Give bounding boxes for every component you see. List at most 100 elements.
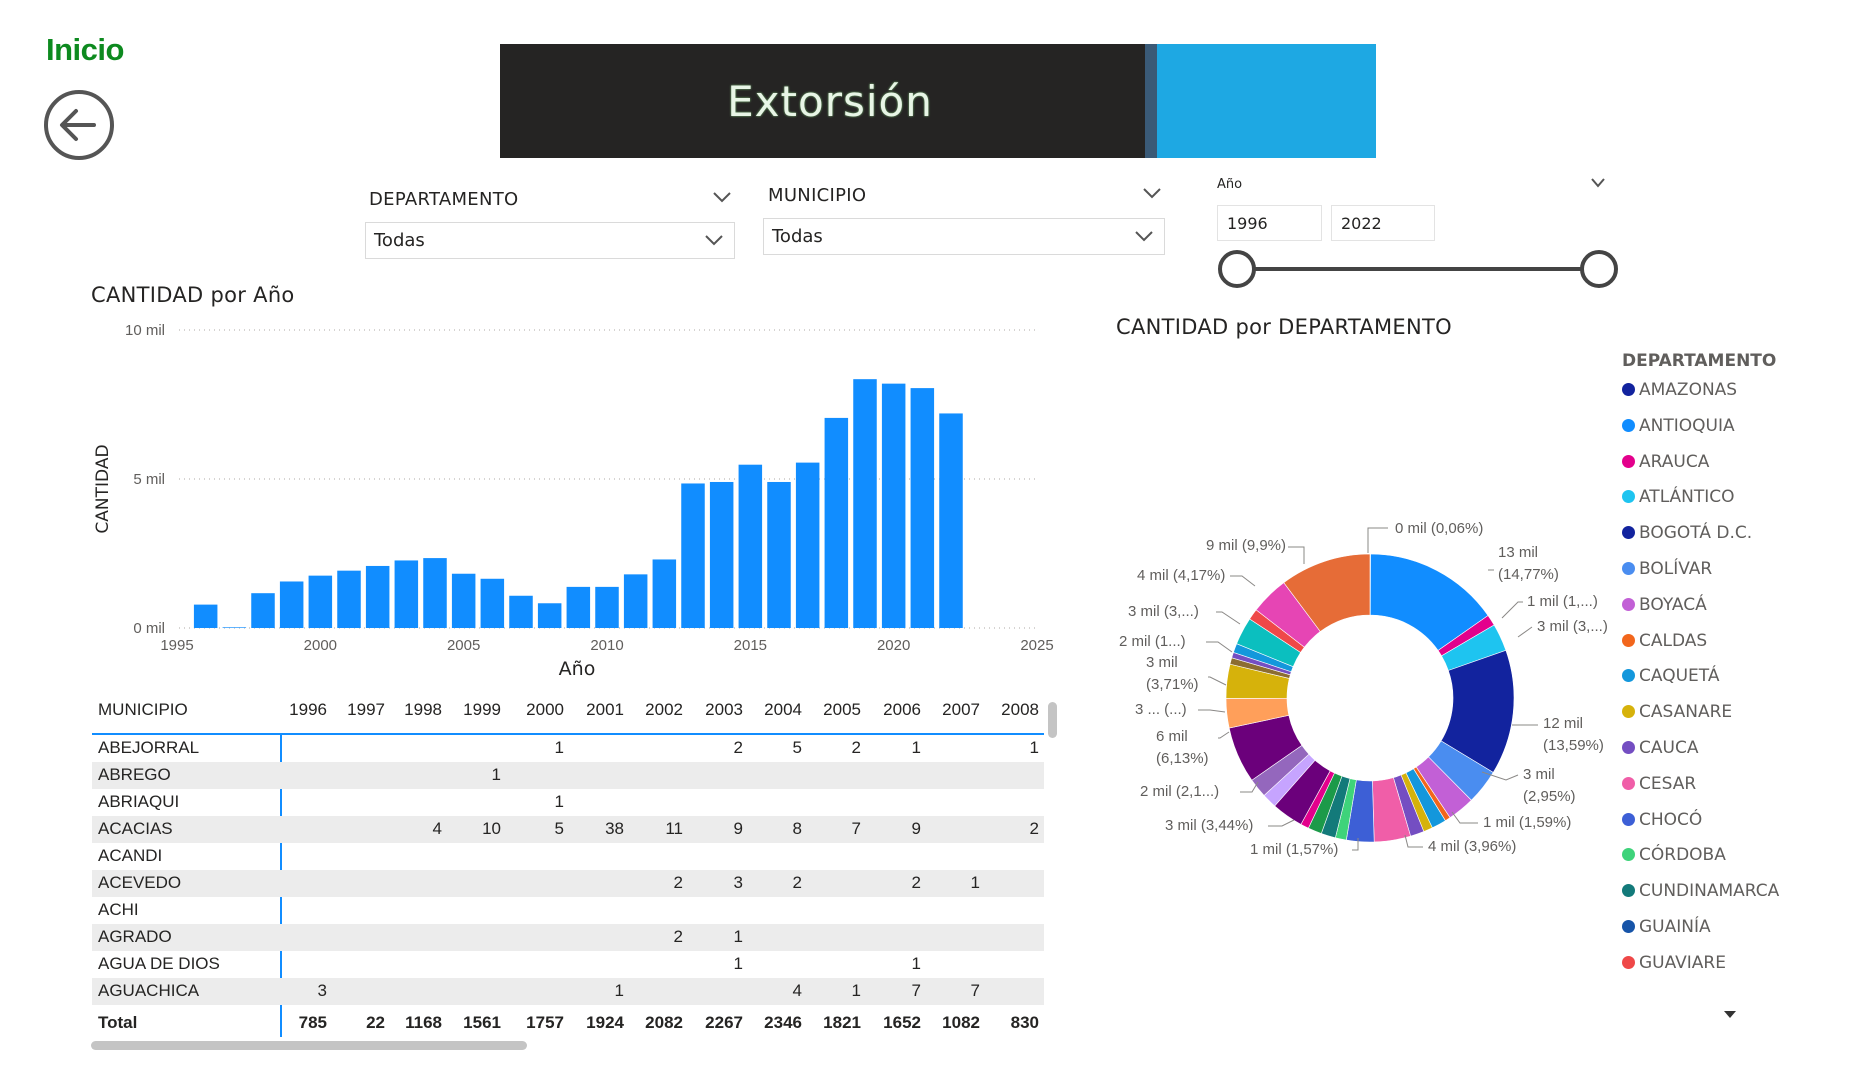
legend-dot-icon — [1622, 383, 1635, 396]
x-tick-label: 2015 — [734, 637, 767, 654]
legend-item[interactable]: AMAZONAS — [1622, 380, 1737, 400]
bar-2013[interactable] — [681, 483, 705, 628]
bar-1999[interactable] — [279, 581, 304, 628]
legend-item[interactable]: BOYACÁ — [1622, 595, 1707, 615]
x-tick-label: 2020 — [877, 637, 910, 654]
chevron-down-icon[interactable] — [1142, 186, 1162, 200]
matrix-horizontal-scrollbar[interactable] — [91, 1041, 527, 1050]
bar-2022[interactable] — [939, 413, 963, 628]
year-from-input[interactable]: 1996 — [1217, 205, 1322, 241]
bar-2021[interactable] — [910, 388, 935, 628]
legend-item[interactable]: CUNDINAMARCA — [1622, 881, 1779, 901]
bar-2011[interactable] — [623, 574, 648, 628]
bar-2020[interactable] — [881, 383, 906, 628]
legend-scroll-down-icon[interactable] — [1723, 1010, 1737, 1020]
bar-2000[interactable] — [308, 575, 333, 628]
bar-2005[interactable] — [451, 573, 476, 628]
bar-1996[interactable] — [193, 604, 218, 628]
bar-1997[interactable] — [222, 627, 247, 628]
year-range-slider[interactable] — [1217, 248, 1619, 290]
table-cell: 1 — [911, 954, 921, 973]
x-tick-label: 2000 — [304, 637, 337, 654]
donut-data-label: 3 mil — [1146, 654, 1178, 671]
x-tick-label: 2025 — [1020, 637, 1053, 654]
bar-2017[interactable] — [795, 462, 820, 628]
legend-item[interactable]: BOLÍVAR — [1622, 559, 1712, 579]
chevron-down-icon[interactable] — [1590, 177, 1606, 189]
bar-2019[interactable] — [853, 379, 877, 628]
donut-data-label: (3,71%) — [1146, 676, 1199, 693]
legend-item[interactable]: CALDAS — [1622, 631, 1707, 651]
legend-item[interactable]: CAQUETÁ — [1622, 666, 1719, 686]
legend-dot-icon — [1622, 920, 1635, 933]
slider-handle-end[interactable] — [1580, 250, 1618, 288]
legend-dot-icon — [1622, 454, 1635, 468]
donut-data-label: 3 ... (...) — [1135, 701, 1187, 718]
bar-2002[interactable] — [365, 565, 390, 628]
legend-item[interactable]: CAUCA — [1622, 738, 1698, 758]
bar-2007[interactable] — [509, 595, 533, 628]
bar-chart-title: CANTIDAD por Año — [91, 283, 295, 307]
legend-item[interactable]: ARAUCA — [1622, 452, 1709, 472]
bar-2015[interactable] — [738, 464, 763, 628]
municipio-dropdown[interactable]: Todas — [763, 218, 1165, 255]
legend-item[interactable]: CHOCÓ — [1622, 810, 1702, 830]
legend-title: DEPARTAMENTO — [1622, 351, 1777, 371]
year-to-input[interactable]: 2022 — [1331, 205, 1435, 241]
table-cell: 2 — [673, 873, 683, 892]
bar-2006[interactable] — [480, 578, 505, 628]
table-row-background — [92, 816, 1044, 843]
bar-2008[interactable] — [537, 603, 562, 628]
table-cell: 1 — [491, 765, 501, 784]
bar-2010[interactable] — [595, 586, 619, 628]
matrix-vertical-scrollbar[interactable] — [1048, 702, 1057, 738]
legend-label: CAUCA — [1639, 738, 1699, 758]
bar-2009[interactable] — [566, 586, 591, 628]
bar-1998[interactable] — [251, 593, 275, 628]
table-row-municipio: ACEVEDO — [98, 873, 182, 892]
home-link[interactable]: Inicio — [46, 32, 124, 68]
matrix-header-year: 2004 — [764, 700, 802, 719]
table-total-cell: 1757 — [526, 1013, 564, 1032]
legend-label: CESAR — [1639, 773, 1697, 794]
legend-dot-icon — [1622, 848, 1635, 862]
matrix-header-year: 2000 — [526, 700, 564, 719]
table-row-municipio: ABREGO — [98, 765, 171, 784]
legend-item[interactable]: CASANARE — [1622, 702, 1732, 722]
legend-item[interactable]: ATLÁNTICO — [1622, 487, 1735, 507]
legend-item[interactable]: CÓRDOBA — [1622, 845, 1726, 865]
bar-2018[interactable] — [824, 417, 849, 628]
table-cell: 3 — [317, 981, 327, 1000]
legend-item[interactable]: ANTIOQUIA — [1622, 416, 1735, 436]
back-arrow-circle-icon[interactable] — [42, 88, 116, 162]
bar-2001[interactable] — [337, 570, 361, 628]
leader-line — [1208, 676, 1227, 686]
legend-label: CALDAS — [1639, 630, 1708, 651]
donut-data-label: 3 mil (3,...) — [1537, 618, 1608, 635]
legend-label: CÓRDOBA — [1639, 845, 1726, 866]
banner-accent — [1157, 44, 1376, 158]
legend-label: GUAINÍA — [1639, 917, 1711, 937]
donut-data-label: (2,95%) — [1523, 788, 1576, 805]
donut-data-label: 1 mil (1,...) — [1527, 593, 1598, 610]
table-cell: 1 — [733, 954, 743, 973]
legend-item[interactable]: GUAVIARE — [1622, 953, 1726, 973]
leader-line — [1288, 546, 1305, 564]
bar-2004[interactable] — [423, 558, 447, 628]
departamento-dropdown[interactable]: Todas — [365, 222, 735, 259]
legend-item[interactable]: GUAINÍA — [1622, 917, 1711, 937]
legend-dot-icon — [1622, 669, 1635, 683]
bar-2012[interactable] — [652, 559, 677, 628]
table-cell: 9 — [911, 819, 921, 838]
slider-handle-start[interactable] — [1218, 250, 1256, 288]
table-row-municipio: ABEJORRAL — [98, 738, 200, 757]
legend-label: BOGOTÁ D.C. — [1639, 523, 1753, 544]
matrix-header-year: 1996 — [289, 700, 327, 719]
bar-2014[interactable] — [709, 481, 734, 628]
legend-item[interactable]: CESAR — [1622, 774, 1696, 794]
table-total-cell: 1821 — [823, 1013, 861, 1032]
legend-item[interactable]: BOGOTÁ D.C. — [1622, 523, 1752, 543]
chevron-down-icon[interactable] — [712, 190, 732, 204]
bar-2003[interactable] — [394, 560, 419, 628]
bar-2016[interactable] — [767, 481, 791, 628]
